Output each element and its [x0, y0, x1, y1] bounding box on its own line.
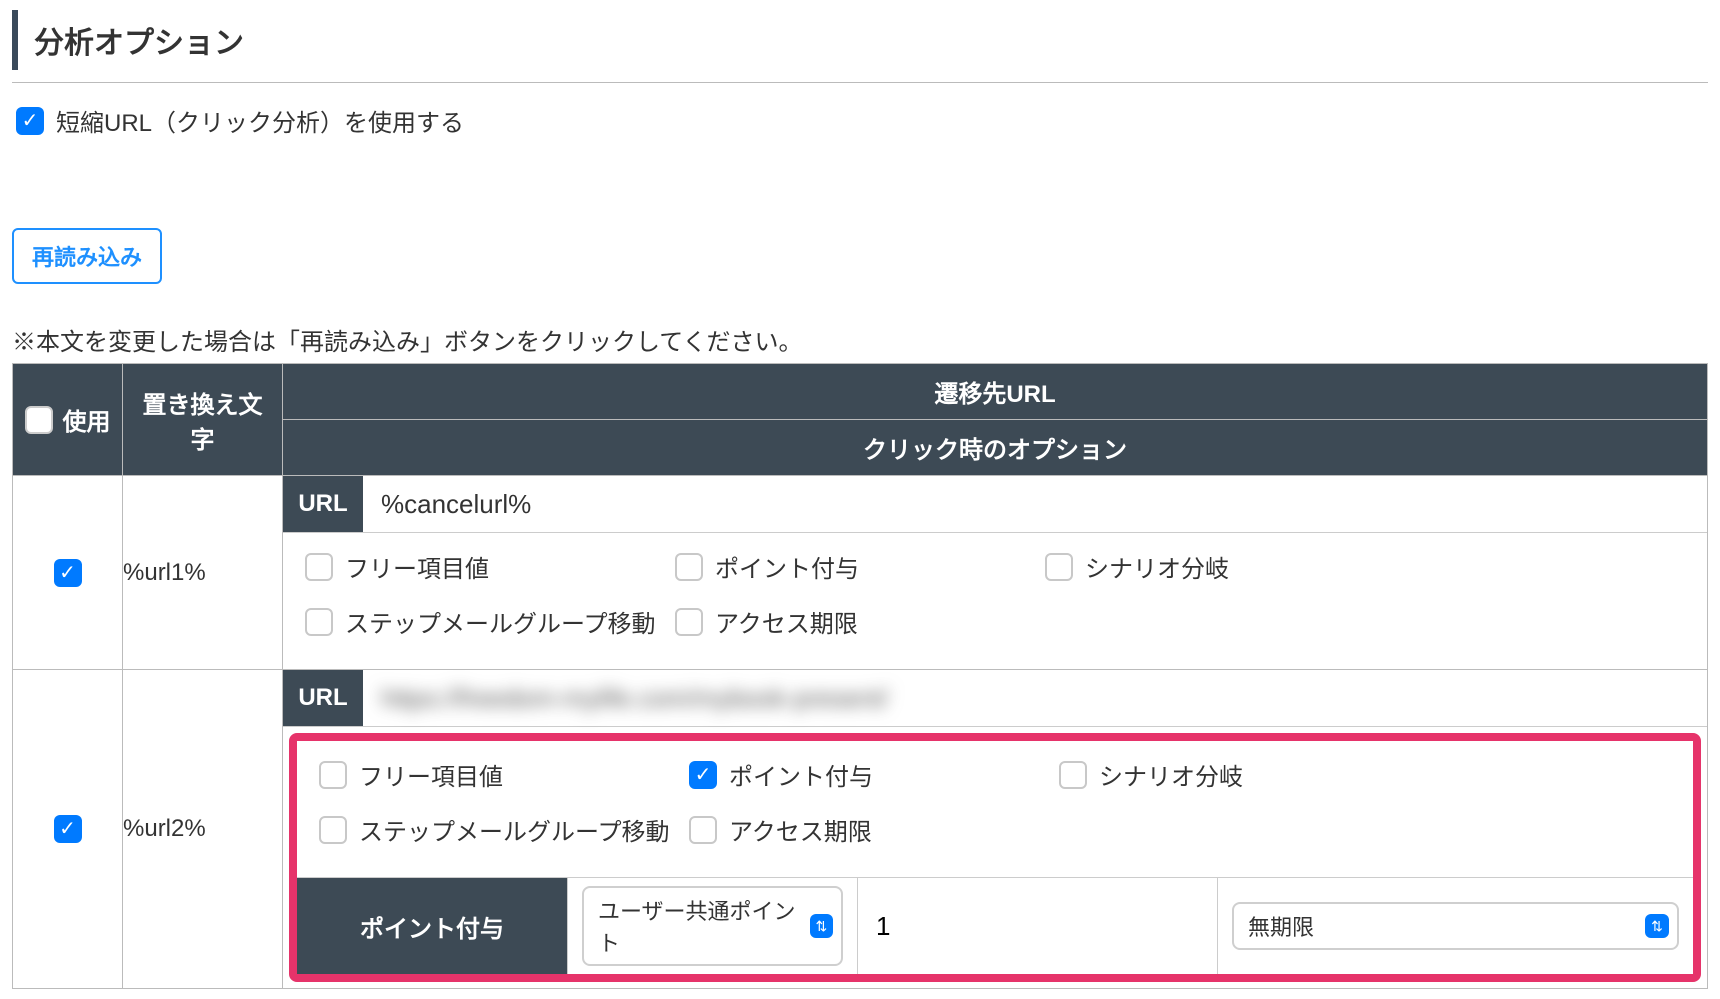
checkbox-free-item[interactable]	[305, 553, 333, 581]
select-arrows-icon: ⇅	[810, 914, 833, 938]
row-use-checkbox[interactable]: ✓	[54, 559, 82, 587]
point-grant-label: ポイント付与	[297, 878, 567, 974]
row-use-checkbox[interactable]: ✓	[54, 815, 82, 843]
use-short-url-label: 短縮URL（クリック分析）を使用する	[56, 103, 464, 138]
checkbox-step-mail-move[interactable]	[319, 816, 347, 844]
checkbox-scenario-branch[interactable]	[1059, 761, 1087, 789]
point-value-input[interactable]	[872, 905, 1203, 948]
option-label: ステップメールグループ移動	[359, 812, 670, 847]
option-label: フリー項目値	[345, 549, 489, 584]
select-all-checkbox[interactable]	[25, 406, 53, 434]
checkbox-point-grant[interactable]: ✓	[689, 761, 717, 789]
option-free-item[interactable]: フリー項目値	[319, 757, 689, 792]
checkbox-point-grant[interactable]	[675, 553, 703, 581]
point-expiry-select[interactable]: 無期限 ⇅	[1232, 902, 1679, 950]
option-scenario-branch[interactable]: シナリオ分岐	[1045, 549, 1415, 584]
header-use-label: 使用	[63, 402, 111, 437]
option-label: フリー項目値	[359, 757, 503, 792]
table-row: ✓ %url2% URL https://freedom-mylife.com/…	[13, 670, 1708, 989]
option-free-item[interactable]: フリー項目値	[305, 549, 675, 584]
url-label: URL	[283, 476, 363, 532]
option-label: シナリオ分岐	[1099, 757, 1243, 792]
url-label: URL	[283, 670, 363, 726]
option-label: アクセス期限	[729, 812, 872, 847]
use-short-url-row: ✓ 短縮URL（クリック分析）を使用する	[12, 103, 1708, 138]
option-access-limit[interactable]: アクセス期限	[689, 812, 1059, 847]
reload-note: ※本文を変更した場合は「再読み込み」ボタンをクリックしてください。	[12, 322, 1708, 357]
row-replace-text: %url1%	[123, 476, 283, 670]
option-label: アクセス期限	[715, 604, 858, 639]
point-grant-detail-row: ポイント付与 ユーザー共通ポイント ⇅ 無期限	[297, 877, 1693, 974]
url-input[interactable]	[363, 476, 1707, 532]
row-replace-text: %url2%	[123, 670, 283, 989]
checkbox-access-limit[interactable]	[689, 816, 717, 844]
checkbox-scenario-branch[interactable]	[1045, 553, 1073, 581]
point-type-value: ユーザー共通ポイント	[598, 894, 810, 958]
checkbox-step-mail-move[interactable]	[305, 608, 333, 636]
option-label: ポイント付与	[729, 757, 873, 792]
point-type-select[interactable]: ユーザー共通ポイント ⇅	[582, 886, 843, 966]
option-point-grant[interactable]: ✓ ポイント付与	[689, 757, 1059, 792]
reload-button[interactable]: 再読み込み	[12, 228, 162, 284]
url-input-blurred[interactable]: https://freedom-mylife.com/mybook-presen…	[363, 670, 1707, 726]
checkbox-access-limit[interactable]	[675, 608, 703, 636]
point-expiry-value: 無期限	[1248, 910, 1314, 942]
option-label: ステップメールグループ移動	[345, 604, 656, 639]
url-table: 使用 置き換え文字 遷移先URL クリック時のオプション ✓ %url1% UR…	[12, 363, 1708, 989]
section-title: 分析オプション	[12, 10, 1708, 70]
header-replace: 置き換え文字	[123, 364, 283, 476]
header-dest-url: 遷移先URL	[283, 364, 1708, 420]
option-step-mail-move[interactable]: ステップメールグループ移動	[305, 604, 675, 639]
select-arrows-icon: ⇅	[1645, 914, 1669, 938]
option-scenario-branch[interactable]: シナリオ分岐	[1059, 757, 1429, 792]
option-label: ポイント付与	[715, 549, 859, 584]
header-click-options: クリック時のオプション	[283, 420, 1708, 476]
option-label: シナリオ分岐	[1085, 549, 1229, 584]
click-options-row: フリー項目値 ✓ ポイント付与 シナリオ分岐 ステップメールグループ移動	[297, 741, 1693, 877]
option-access-limit[interactable]: アクセス期限	[675, 604, 1045, 639]
use-short-url-checkbox[interactable]: ✓	[16, 107, 44, 135]
option-step-mail-move[interactable]: ステップメールグループ移動	[319, 812, 689, 847]
divider	[12, 82, 1708, 83]
header-use: 使用	[13, 364, 123, 476]
click-options-row: フリー項目値 ポイント付与 シナリオ分岐 ステップメールグループ移動	[283, 533, 1707, 669]
checkbox-free-item[interactable]	[319, 761, 347, 789]
highlighted-options: フリー項目値 ✓ ポイント付与 シナリオ分岐 ステップメールグループ移動	[289, 733, 1701, 982]
url-row: URL https://freedom-mylife.com/mybook-pr…	[283, 670, 1707, 727]
option-point-grant[interactable]: ポイント付与	[675, 549, 1045, 584]
url-row: URL	[283, 476, 1707, 533]
table-row: ✓ %url1% URL フリー項目値 ポイント付与	[13, 476, 1708, 670]
